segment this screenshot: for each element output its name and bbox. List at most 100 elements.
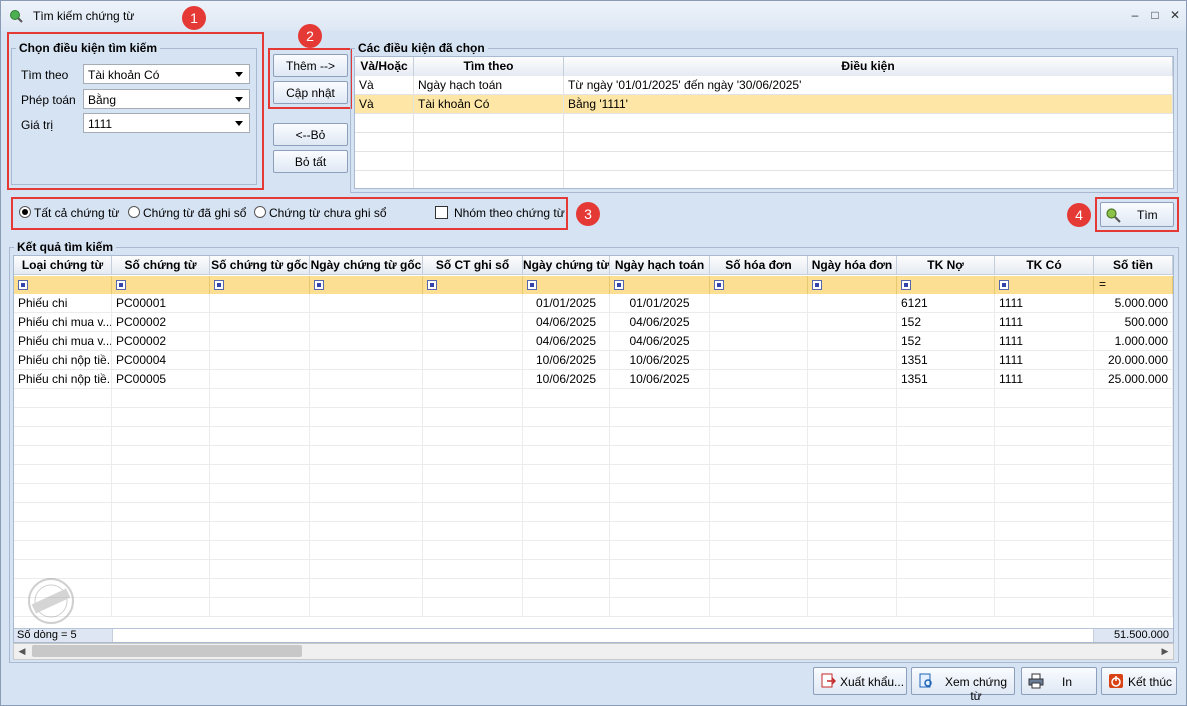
column-header[interactable]: Ngày chứng từ xyxy=(523,256,610,275)
table-cell xyxy=(710,541,808,560)
table-cell xyxy=(523,446,610,465)
table-cell xyxy=(808,389,897,408)
table-cell xyxy=(112,598,210,617)
remove-all-button[interactable]: Bỏ tất xyxy=(273,150,348,173)
value-select[interactable]: 1111 xyxy=(83,113,250,133)
table-cell xyxy=(808,351,897,370)
filter-cell[interactable] xyxy=(995,276,1094,294)
table-row[interactable]: Phiếu chi nộp tiề... PC00005 10/06/2025 10/… xyxy=(14,370,1173,389)
filter-cell[interactable] xyxy=(897,276,995,294)
search-button[interactable]: Tìm xyxy=(1100,202,1174,227)
filter-cell[interactable] xyxy=(210,276,310,294)
column-header[interactable]: Ngày hóa đơn xyxy=(808,256,897,275)
filter-cell[interactable] xyxy=(710,276,808,294)
filter-cell[interactable] xyxy=(310,276,423,294)
column-header[interactable]: Số CT ghi sổ xyxy=(423,256,523,275)
group-by-voucher-checkbox[interactable] xyxy=(435,206,448,219)
table-cell xyxy=(995,541,1094,560)
table-cell xyxy=(610,389,710,408)
maximize-button[interactable]: □ xyxy=(1147,7,1163,23)
scrollbar-thumb[interactable] xyxy=(32,645,302,657)
operator-select[interactable]: Bằng xyxy=(83,89,250,109)
table-cell xyxy=(112,579,210,598)
column-header[interactable]: Và/Hoặc xyxy=(355,57,414,76)
scroll-right-icon[interactable]: ▶ xyxy=(1157,644,1173,659)
column-header[interactable]: Loại chứng từ xyxy=(14,256,112,275)
column-header[interactable]: TK Có xyxy=(995,256,1094,275)
condition-row-selected[interactable]: Và Tài khoản Có Bằng '1111' xyxy=(355,95,1173,114)
minimize-button[interactable]: – xyxy=(1127,7,1143,23)
column-header[interactable]: Điều kiện xyxy=(564,57,1173,76)
filter-cell[interactable] xyxy=(808,276,897,294)
filter-cell[interactable]: = xyxy=(1094,276,1173,294)
column-header[interactable]: Số hóa đơn xyxy=(710,256,808,275)
remove-condition-button[interactable]: <--Bỏ xyxy=(273,123,348,146)
table-row[interactable]: Phiếu chi nộp tiề... PC00004 10/06/2025 10/… xyxy=(14,351,1173,370)
scroll-left-icon[interactable]: ◀ xyxy=(14,644,30,659)
table-cell xyxy=(112,560,210,579)
table-cell: 20.000.000 xyxy=(1094,351,1173,370)
table-cell xyxy=(310,503,423,522)
exit-button[interactable]: Kết thúc xyxy=(1101,667,1177,695)
condition-row[interactable]: Và Ngày hạch toán Từ ngày '01/01/2025' đ… xyxy=(355,76,1173,95)
all-vouchers-radio[interactable] xyxy=(19,206,31,218)
column-header[interactable]: TK Nợ xyxy=(897,256,995,275)
table-cell xyxy=(610,522,710,541)
column-header[interactable]: Ngày chứng từ gốc xyxy=(310,256,423,275)
table-cell xyxy=(995,446,1094,465)
group-by-voucher-label[interactable]: Nhóm theo chứng từ xyxy=(454,206,565,220)
column-header[interactable]: Số tiền xyxy=(1094,256,1173,275)
table-cell xyxy=(995,408,1094,427)
table-cell xyxy=(710,408,808,427)
table-cell: 1111 xyxy=(995,370,1094,389)
table-cell: 1111 xyxy=(995,332,1094,351)
table-row[interactable]: Phiếu chi mua v... PC00002 04/06/2025 04/06… xyxy=(14,332,1173,351)
update-condition-button[interactable]: Cập nhật xyxy=(273,81,348,104)
column-header[interactable]: Số chứng từ gốc xyxy=(210,256,310,275)
view-voucher-button[interactable]: Xem chứng từ xyxy=(911,667,1015,703)
table-cell xyxy=(995,560,1094,579)
table-cell xyxy=(210,370,310,389)
posted-vouchers-radio[interactable] xyxy=(128,206,140,218)
posted-vouchers-label[interactable]: Chứng từ đã ghi sổ xyxy=(143,206,246,220)
table-cell xyxy=(610,484,710,503)
field-cell: Ngày hạch toán xyxy=(414,76,564,95)
table-cell xyxy=(808,370,897,389)
table-row[interactable]: Phiếu chi PC00001 01/01/2025 01/01/2025 6121… xyxy=(14,294,1173,313)
filter-cell[interactable] xyxy=(423,276,523,294)
title-bar[interactable]: Tìm kiếm chứng từ – □ ✕ xyxy=(1,1,1186,31)
unposted-vouchers-label[interactable]: Chứng từ chưa ghi sổ xyxy=(269,206,387,220)
table-cell xyxy=(710,579,808,598)
table-cell xyxy=(710,332,808,351)
column-header[interactable]: Số chứng từ xyxy=(112,256,210,275)
export-button[interactable]: Xuất khẩu... xyxy=(813,667,907,695)
filter-cell[interactable] xyxy=(523,276,610,294)
empty-row xyxy=(14,408,1173,427)
row-count-label: Số dòng = 5 xyxy=(17,629,77,641)
table-cell xyxy=(897,427,995,446)
search-voucher-window: Tìm kiếm chứng từ – □ ✕ Chọn điều kiện t… xyxy=(0,0,1187,706)
search-by-select[interactable]: Tài khoản Có xyxy=(83,64,250,84)
table-cell xyxy=(523,408,610,427)
unposted-vouchers-radio[interactable] xyxy=(254,206,266,218)
close-button[interactable]: ✕ xyxy=(1167,7,1183,23)
table-cell xyxy=(808,503,897,522)
filter-cell[interactable] xyxy=(610,276,710,294)
table-cell xyxy=(1094,560,1173,579)
column-header[interactable]: Tìm theo xyxy=(414,57,564,76)
horizontal-scrollbar[interactable]: ◀ ▶ xyxy=(13,643,1174,660)
filter-cell[interactable] xyxy=(14,276,112,294)
table-cell: 1111 xyxy=(995,351,1094,370)
table-cell xyxy=(112,389,210,408)
annotation-badge-2: 2 xyxy=(298,24,322,48)
filter-cell[interactable] xyxy=(112,276,210,294)
table-row[interactable]: Phiếu chi mua v... PC00002 04/06/2025 04/06… xyxy=(14,313,1173,332)
table-cell xyxy=(710,522,808,541)
annotation-badge-4: 4 xyxy=(1067,203,1091,227)
column-header[interactable]: Ngày hạch toán xyxy=(610,256,710,275)
add-condition-button[interactable]: Thêm --> xyxy=(273,54,348,77)
table-cell xyxy=(210,446,310,465)
all-vouchers-label[interactable]: Tất cả chứng từ xyxy=(34,206,119,220)
print-button[interactable]: In xyxy=(1021,667,1097,695)
table-cell: 152 xyxy=(897,313,995,332)
